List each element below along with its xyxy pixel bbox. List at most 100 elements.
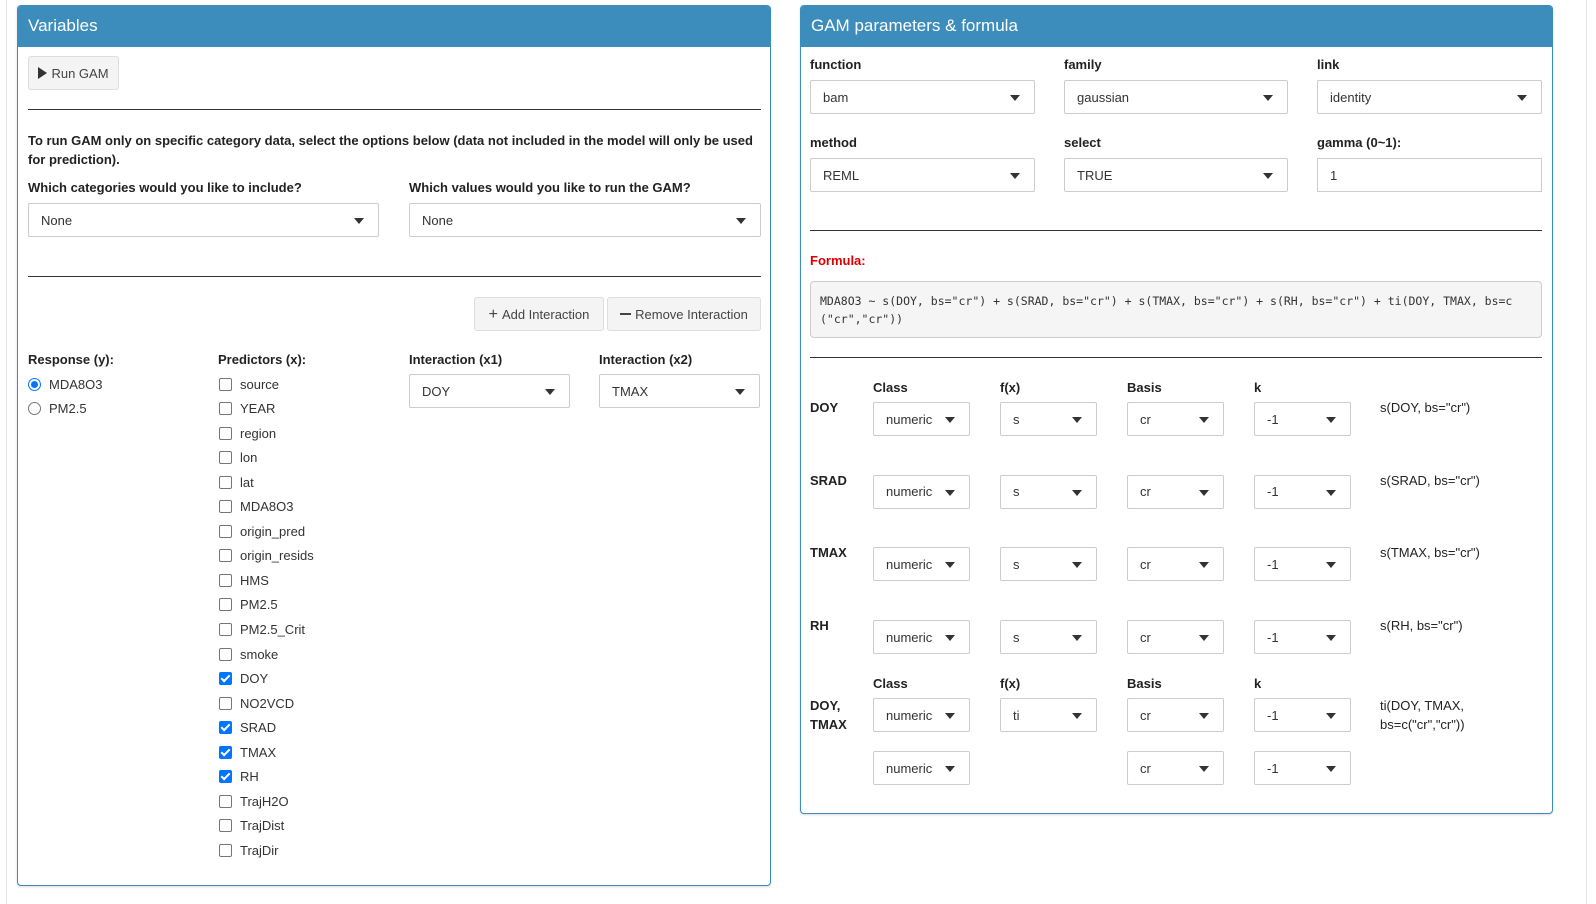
interaction-k2-select[interactable]: -1 bbox=[1254, 751, 1351, 785]
term-name: TMAX bbox=[810, 545, 847, 561]
checkbox[interactable] bbox=[219, 598, 232, 612]
term-class-select[interactable]: numeric bbox=[873, 620, 970, 655]
checkbox[interactable] bbox=[219, 402, 232, 416]
select-select[interactable]: TRUE bbox=[1064, 158, 1288, 192]
term-basis-select[interactable]: cr bbox=[1127, 474, 1224, 509]
predictor-option[interactable]: TrajDir bbox=[219, 841, 279, 859]
term-class-select[interactable]: numeric bbox=[873, 474, 970, 509]
predictor-option[interactable]: YEAR bbox=[219, 400, 275, 418]
checkbox[interactable] bbox=[219, 696, 232, 710]
predictor-option[interactable]: PM2.5_Crit bbox=[219, 621, 305, 639]
col-fx-header: f(x) bbox=[1000, 380, 1021, 395]
predictor-option[interactable]: lat bbox=[219, 473, 254, 491]
term-class-select[interactable]: numeric bbox=[873, 402, 970, 436]
chevron-down-icon bbox=[1199, 635, 1209, 642]
predictor-option[interactable]: SRAD bbox=[219, 719, 276, 737]
interaction-class2-select[interactable]: numeric bbox=[873, 751, 970, 785]
term-basis-select[interactable]: cr bbox=[1127, 620, 1224, 655]
term-basis-select[interactable]: cr bbox=[1127, 402, 1224, 436]
method-select[interactable]: REML bbox=[810, 158, 1035, 192]
predictor-option[interactable]: region bbox=[219, 424, 276, 442]
checkbox[interactable] bbox=[219, 524, 232, 538]
term-basis-select[interactable]: cr bbox=[1127, 547, 1224, 582]
chevron-down-icon bbox=[1010, 95, 1020, 101]
chevron-down-icon bbox=[354, 218, 364, 224]
run-gam-button[interactable]: Run GAM bbox=[28, 56, 119, 90]
interaction-k-select[interactable]: -1 bbox=[1254, 698, 1351, 732]
chevron-down-icon bbox=[945, 635, 955, 642]
checkbox[interactable] bbox=[219, 623, 232, 636]
term-text: s(DOY, bs="cr") bbox=[1380, 400, 1471, 415]
predictor-option[interactable]: MDA8O3 bbox=[219, 498, 293, 516]
interaction-x1-select[interactable]: DOY bbox=[409, 374, 570, 408]
checkbox[interactable] bbox=[219, 647, 232, 661]
interaction-fx-select[interactable]: ti bbox=[1000, 698, 1097, 732]
predictor-option-label: lon bbox=[240, 450, 258, 466]
checkbox[interactable] bbox=[219, 843, 232, 857]
predictor-option[interactable]: DOY bbox=[219, 670, 268, 688]
col-basis-header: Basis bbox=[1127, 380, 1162, 395]
response-option[interactable]: PM2.5 bbox=[28, 400, 87, 418]
predictor-option-label: RH bbox=[240, 769, 259, 785]
values-label: Which values would you like to run the G… bbox=[409, 180, 691, 195]
chevron-down-icon bbox=[1326, 713, 1336, 719]
chevron-down-icon bbox=[1199, 489, 1209, 496]
checkbox[interactable] bbox=[219, 573, 232, 587]
interaction-basis2-select[interactable]: cr bbox=[1127, 751, 1224, 785]
predictor-option-label: origin_pred bbox=[240, 523, 306, 539]
checkbox[interactable] bbox=[219, 819, 232, 833]
radio-button[interactable] bbox=[28, 402, 41, 415]
checkbox[interactable] bbox=[219, 721, 232, 735]
remove-interaction-button[interactable]: Remove Interaction bbox=[607, 297, 761, 331]
col-k-header: k bbox=[1254, 380, 1262, 395]
checkbox[interactable] bbox=[219, 549, 232, 563]
checkbox[interactable] bbox=[219, 426, 232, 440]
predictor-option[interactable]: RH bbox=[219, 768, 259, 786]
link-select[interactable]: identity bbox=[1317, 80, 1542, 114]
add-interaction-button[interactable]: + Add Interaction bbox=[474, 297, 604, 331]
term-k-select[interactable]: -1 bbox=[1254, 620, 1351, 655]
predictor-option[interactable]: origin_pred bbox=[219, 522, 305, 540]
predictor-option[interactable]: HMS bbox=[219, 571, 269, 589]
predictor-option[interactable]: TrajDist bbox=[219, 817, 284, 835]
predictor-option[interactable]: source bbox=[219, 375, 279, 393]
interaction-basis-select[interactable]: cr bbox=[1127, 698, 1224, 732]
checkbox[interactable] bbox=[219, 745, 232, 759]
predictor-option[interactable]: origin_resids bbox=[219, 547, 314, 565]
select-label: select bbox=[1064, 135, 1101, 150]
predictor-option[interactable]: TMAX bbox=[219, 743, 276, 761]
chevron-down-icon bbox=[545, 389, 555, 395]
family-select[interactable]: gaussian bbox=[1064, 80, 1288, 114]
term-k-select[interactable]: -1 bbox=[1254, 402, 1351, 436]
checkbox[interactable] bbox=[219, 770, 232, 784]
predictor-option[interactable]: smoke bbox=[219, 645, 278, 663]
checkbox[interactable] bbox=[219, 377, 232, 391]
term-class-select[interactable]: numeric bbox=[873, 547, 970, 582]
checkbox[interactable] bbox=[219, 451, 232, 465]
term-fx-select[interactable]: s bbox=[1000, 620, 1097, 655]
values-select[interactable]: None bbox=[409, 203, 761, 237]
categories-select[interactable]: None bbox=[28, 203, 379, 237]
interaction-class-select[interactable]: numeric bbox=[873, 698, 970, 732]
predictor-option[interactable]: TrajH2O bbox=[219, 792, 289, 810]
term-k-select[interactable]: -1 bbox=[1254, 547, 1351, 582]
term-k-select[interactable]: -1 bbox=[1254, 474, 1351, 509]
predictor-option[interactable]: PM2.5 bbox=[219, 596, 278, 614]
predictor-option-label: MDA8O3 bbox=[240, 499, 294, 515]
predictor-option[interactable]: lon bbox=[219, 449, 257, 467]
term-fx-select[interactable]: s bbox=[1000, 402, 1097, 436]
function-select[interactable]: bam bbox=[810, 80, 1035, 114]
term-fx-select[interactable]: s bbox=[1000, 474, 1097, 509]
gamma-input[interactable]: 1 bbox=[1317, 158, 1542, 192]
checkbox[interactable] bbox=[219, 672, 232, 686]
predictor-option-label: PM2.5_Crit bbox=[240, 622, 306, 637]
checkbox[interactable] bbox=[219, 475, 232, 489]
radio-button[interactable] bbox=[28, 377, 41, 391]
checkbox[interactable] bbox=[219, 794, 232, 808]
interaction-x2-select[interactable]: TMAX bbox=[599, 374, 760, 408]
chevron-down-icon bbox=[1263, 173, 1273, 179]
response-option[interactable]: MDA8O3 bbox=[28, 375, 102, 393]
predictor-option[interactable]: NO2VCD bbox=[219, 694, 294, 712]
term-fx-select[interactable]: s bbox=[1000, 547, 1097, 582]
checkbox[interactable] bbox=[219, 500, 232, 514]
